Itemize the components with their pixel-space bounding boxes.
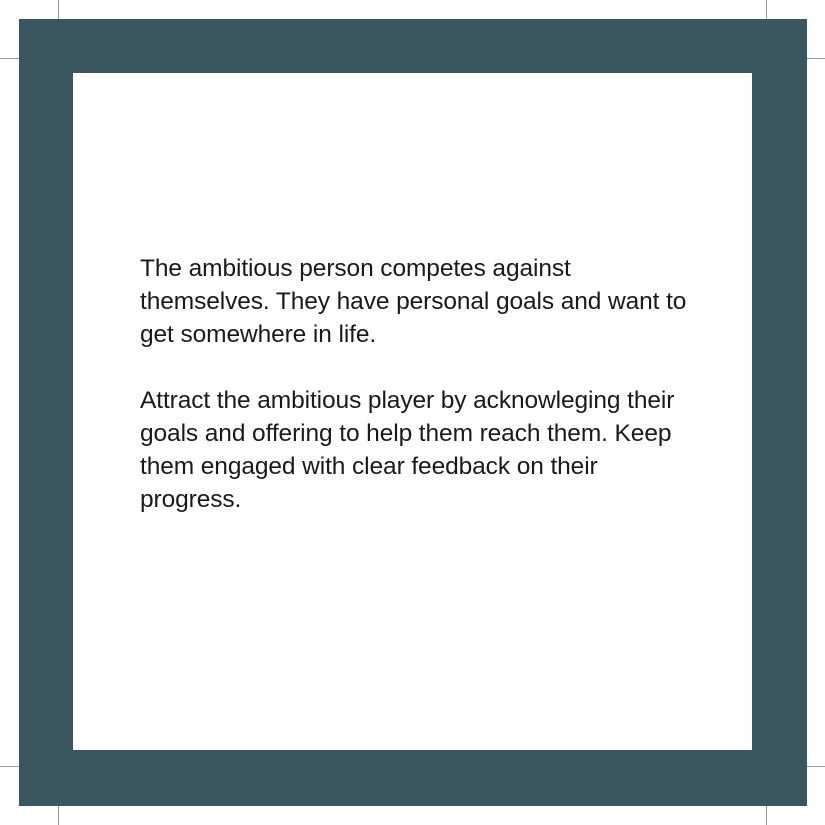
print-page: The ambitious person competes against th… — [0, 0, 825, 825]
card-text: The ambitious person competes against th… — [140, 252, 700, 516]
card-paragraph-2: Attract the ambitious player by acknowle… — [140, 387, 675, 513]
card-paragraph-1: The ambitious person competes against th… — [140, 255, 687, 348]
